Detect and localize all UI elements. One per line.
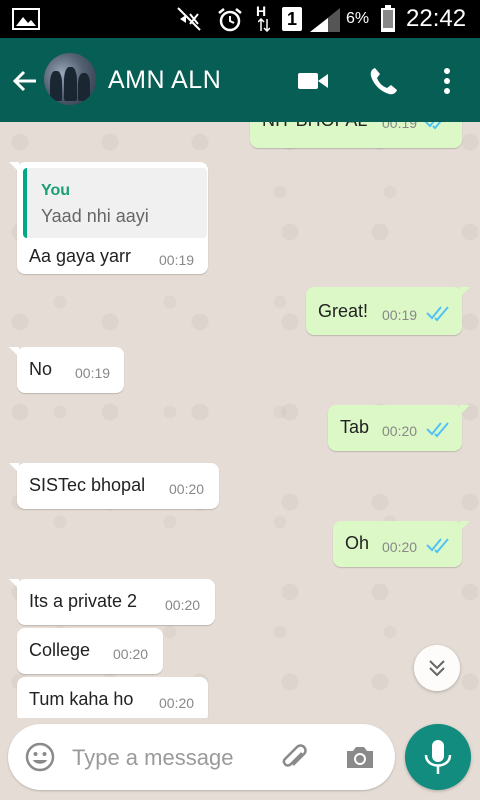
quoted-text: Yaad nhi aayi [41,206,149,226]
bubble-tail [9,463,19,473]
quoted-reply[interactable]: You Yaad nhi aayi [23,168,207,238]
message-time: 00:19 [382,122,418,131]
message-text: Aa gaya yarr [29,246,132,266]
message-text: College [29,640,91,660]
message-time: 00:19 [75,365,111,381]
microphone-icon [424,740,452,774]
read-receipt-icon [426,306,449,322]
contact-name[interactable]: AMN ALN [108,66,221,95]
gallery-icon [12,8,40,30]
read-receipt-icon [426,538,449,554]
message-bubble-incoming[interactable]: SISTec bhopal 00:20 [9,463,219,509]
clock: 22:42 [406,5,467,32]
quoted-author: You [41,182,71,199]
message-text: NIT BHOPAL [262,122,367,131]
message-text: Its a private 2 [29,591,138,611]
message-time: 00:20 [169,481,205,497]
bubble-tail [9,162,19,172]
message-list[interactable]: NIT BHOPAL 00:19 You Yaad nhi aayi Aa ga… [0,122,480,718]
message-composer [8,724,395,790]
avatar[interactable] [44,53,96,105]
bubble-tail [460,405,470,415]
message-bubble-incoming[interactable]: You Yaad nhi aayi Aa gaya yarr 00:19 [9,162,208,274]
message-text: No [29,359,53,379]
signal-icon [310,8,340,32]
voice-call-icon[interactable] [367,64,401,98]
mute-icon [177,7,201,31]
camera-icon[interactable] [344,742,376,772]
bubble-tail [460,287,470,297]
attachment-icon[interactable] [278,741,312,775]
message-time: 00:19 [382,307,418,323]
message-bubble-outgoing[interactable]: NIT BHOPAL 00:19 [250,122,462,148]
message-time: 00:20 [159,695,195,711]
message-input[interactable] [70,738,274,778]
message-bubble-incoming[interactable]: Its a private 2 00:20 [9,579,215,625]
more-options-icon[interactable] [430,64,464,98]
message-time: 00:20 [382,539,418,555]
double-chevron-down-icon [429,660,445,677]
chat-header: AMN ALN [0,38,480,122]
status-bar: H 1 6% 22:42 [0,0,480,38]
back-arrow-icon[interactable] [10,66,40,96]
sim-slot-badge: 1 [282,7,302,31]
emoji-icon[interactable] [24,741,56,773]
message-text: Great! [318,301,369,321]
message-time: 00:20 [113,646,149,662]
alarm-icon [218,8,242,32]
message-bubble-incoming[interactable]: College 00:20 [17,628,163,674]
data-arrows-icon [258,18,270,32]
bubble-tail [460,521,470,531]
message-bubble-incoming[interactable]: No 00:19 [9,347,124,393]
message-text: Tum kaha ho [29,689,134,709]
scroll-to-bottom-button[interactable] [414,645,460,691]
message-bubble-outgoing[interactable]: Tab 00:20 [328,405,470,451]
battery-percent: 6% [346,10,370,27]
message-time: 00:20 [382,423,418,439]
message-text: SISTec bhopal [29,475,146,495]
message-bubble-outgoing[interactable]: Great! 00:19 [306,287,470,335]
network-type-label: H [256,3,267,19]
message-text: Oh [345,533,370,553]
read-receipt-icon [424,122,442,130]
read-receipt-icon [426,422,449,438]
video-call-icon[interactable] [296,64,330,98]
battery-icon [381,5,395,32]
message-time: 00:19 [159,252,195,268]
bubble-tail [9,579,19,589]
bubble-tail [9,347,19,357]
message-bubble-incoming[interactable]: Tum kaha ho 00:20 [17,677,208,718]
message-text: Tab [340,417,370,437]
message-bubble-outgoing[interactable]: Oh 00:20 [333,521,470,567]
message-time: 00:20 [165,597,201,613]
microphone-button[interactable] [405,724,471,790]
